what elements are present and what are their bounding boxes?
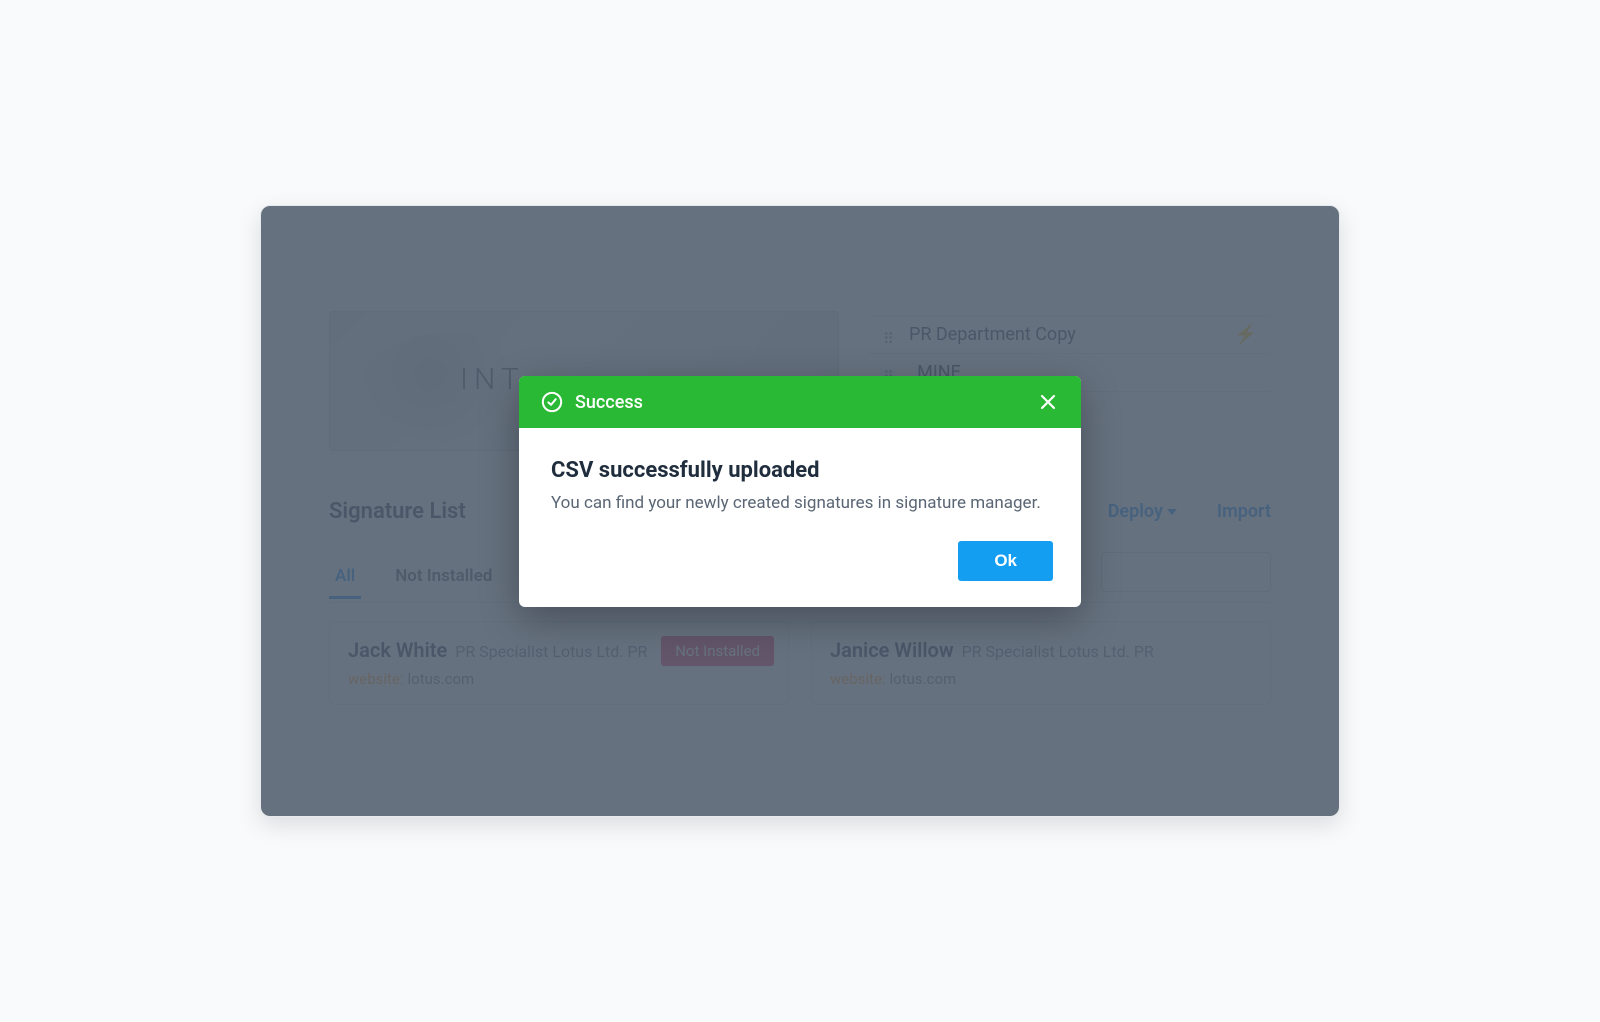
success-modal: Success CSV successfully uploaded You ca…	[519, 376, 1081, 607]
modal-body: CSV successfully uploaded You can find y…	[519, 428, 1081, 541]
app-window: INT PR Department Copy ⚡ _MINE Signature…	[260, 205, 1340, 817]
modal-footer: Ok	[519, 541, 1081, 607]
modal-title: CSV successfully uploaded	[551, 458, 1049, 483]
success-check-icon	[541, 391, 563, 413]
close-button[interactable]	[1037, 391, 1059, 413]
main-content: INT PR Department Copy ⚡ _MINE Signature…	[261, 206, 1339, 816]
ok-button[interactable]: Ok	[958, 541, 1053, 581]
modal-description: You can find your newly created signatur…	[551, 491, 1049, 517]
modal-header-title: Success	[575, 392, 643, 413]
modal-overlay: Success CSV successfully uploaded You ca…	[261, 206, 1339, 816]
modal-header: Success	[519, 376, 1081, 428]
close-icon	[1039, 393, 1057, 411]
